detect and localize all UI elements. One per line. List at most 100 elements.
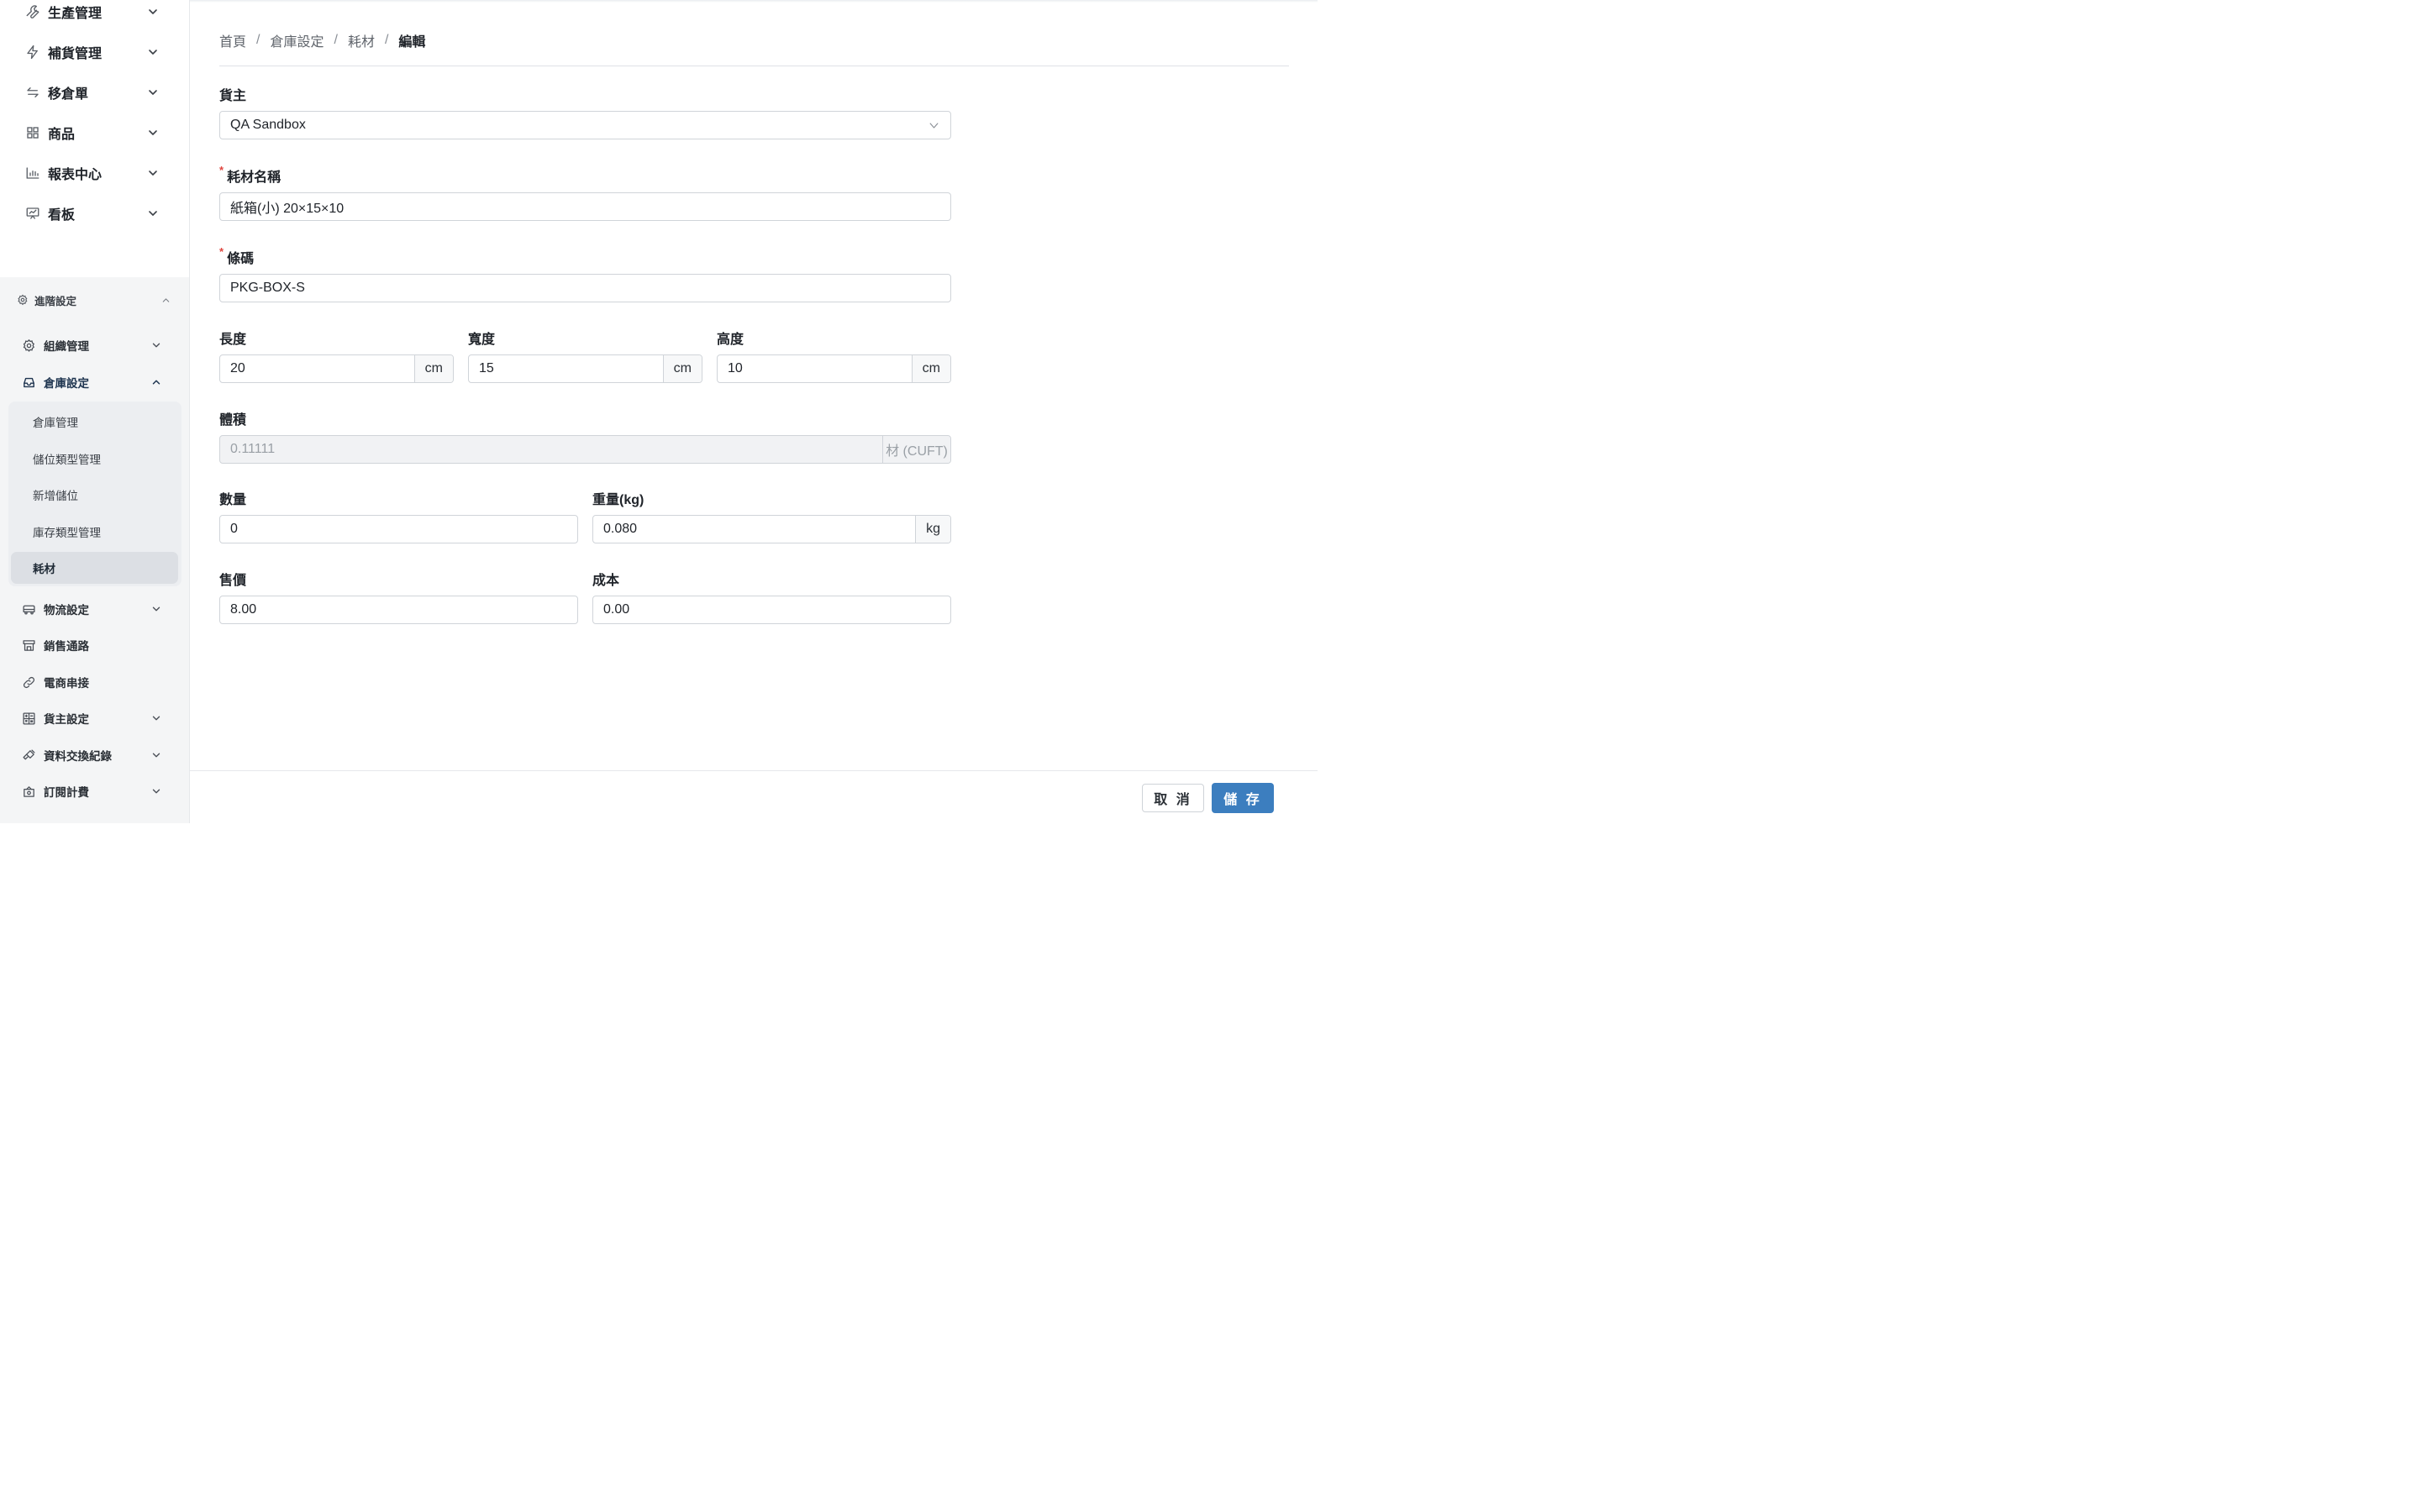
consumable-name-label: *耗材名稱: [219, 164, 281, 185]
cost-input[interactable]: [593, 596, 950, 623]
sidebar-item-label: 資料交換紀錄: [44, 750, 112, 763]
cost-field[interactable]: [592, 596, 951, 624]
sidebar-item-products[interactable]: 商品: [0, 116, 189, 150]
chevron-down-icon: [146, 207, 160, 220]
chevron-up-icon: [150, 376, 162, 388]
sidebar-item-label: 補貨管理: [48, 47, 103, 61]
volume-label: 體積: [219, 413, 247, 428]
sidebar-item-label: 倉庫設定: [44, 377, 89, 390]
sidebar-item-reports[interactable]: 報表中心: [0, 156, 189, 190]
submenu-item-location-types[interactable]: 儲位類型管理: [11, 443, 178, 475]
barcode-input[interactable]: [220, 275, 950, 302]
submenu-item-inventory-types[interactable]: 庫存類型管理: [11, 516, 178, 548]
owner-label: 貨主: [219, 89, 247, 103]
barcode-field[interactable]: [219, 274, 951, 302]
sidebar-item-organization[interactable]: 組織管理: [0, 328, 189, 362]
sidebar-item-sales-channels[interactable]: 銷售通路: [0, 628, 189, 662]
sidebar: 生產管理 補貨管理 移倉單 商品 報表中心 看板 進階設定 組織管理 倉庫設定 …: [0, 0, 190, 823]
sidebar-item-owner-settings[interactable]: 貨主設定: [0, 701, 189, 735]
sidebar-item-replenishment[interactable]: 補貨管理: [0, 35, 189, 69]
chevron-down-icon: [150, 712, 162, 724]
breadcrumb-separator: /: [384, 33, 389, 47]
weight-field[interactable]: kg: [592, 515, 951, 543]
required-mark: *: [219, 245, 224, 258]
consumable-name-field[interactable]: [219, 192, 951, 221]
volume-unit: 材 (CUFT): [882, 436, 950, 463]
quantity-input[interactable]: [220, 516, 577, 543]
price-input[interactable]: [220, 596, 577, 623]
link-icon: [22, 675, 36, 690]
chevron-down-icon: [150, 785, 162, 797]
price-label: 售價: [219, 574, 247, 588]
main-content: 首頁 / 倉庫設定 / 耗材 / 編輯 貨主 QA Sandbox *耗材名稱 …: [190, 0, 1318, 824]
subscription-icon: [22, 785, 36, 799]
plug-icon: [22, 748, 36, 763]
width-unit: cm: [662, 355, 702, 382]
cancel-button[interactable]: 取 消: [1142, 784, 1204, 812]
breadcrumb-current: 編輯: [398, 35, 426, 50]
sidebar-item-label: 訂閱計費: [44, 786, 89, 799]
barcode-label: *條碼: [219, 245, 255, 266]
gear-icon: [22, 339, 36, 353]
sidebar-item-warehouse-settings[interactable]: 倉庫設定: [0, 365, 189, 399]
breadcrumb-home[interactable]: 首頁: [219, 30, 246, 50]
breadcrumb-warehouse-settings[interactable]: 倉庫設定: [270, 30, 324, 50]
submenu-item-consumables[interactable]: 耗材: [11, 552, 178, 584]
wrench-icon: [25, 4, 40, 19]
chevron-down-icon: [150, 749, 162, 761]
owner-select-value: QA Sandbox: [230, 118, 306, 132]
sidebar-item-dashboard[interactable]: 看板: [0, 197, 189, 230]
sidebar-item-label: 報表中心: [48, 168, 103, 182]
breadcrumb-separator: /: [334, 33, 338, 47]
sidebar-item-label: 看板: [48, 208, 76, 223]
sidebar-item-transfer[interactable]: 移倉單: [0, 76, 189, 109]
header-shadow: [190, 0, 1318, 3]
width-field[interactable]: cm: [468, 354, 702, 383]
height-label: 高度: [717, 333, 744, 347]
sidebar-item-label: 貨主設定: [44, 713, 89, 726]
consumable-name-input[interactable]: [220, 193, 950, 220]
height-field[interactable]: cm: [717, 354, 951, 383]
sidebar-item-production[interactable]: 生產管理: [0, 0, 189, 29]
gear-icon: [17, 294, 29, 306]
width-label: 寬度: [468, 333, 496, 347]
sidebar-item-data-exchange-log[interactable]: 資料交換紀錄: [0, 738, 189, 772]
submenu-item-warehouse-management[interactable]: 倉庫管理: [11, 406, 178, 438]
inbox-icon: [22, 375, 36, 390]
quantity-label: 數量: [219, 493, 247, 507]
price-field[interactable]: [219, 596, 578, 624]
dashboard-board-icon: [25, 206, 40, 221]
height-input[interactable]: [718, 355, 912, 382]
chevron-down-icon: [146, 166, 160, 180]
sidebar-item-logistics[interactable]: 物流設定: [0, 592, 189, 626]
volume-field: 材 (CUFT): [219, 435, 951, 464]
breadcrumb-consumables[interactable]: 耗材: [348, 30, 375, 50]
chevron-down-icon: [146, 86, 160, 99]
sidebar-item-label: 生產管理: [48, 7, 103, 21]
advanced-settings-header[interactable]: 進階設定: [0, 284, 189, 316]
length-input[interactable]: [220, 355, 414, 382]
volume-input: [220, 436, 882, 463]
submenu-item-add-location[interactable]: 新增儲位: [11, 479, 178, 511]
bar-chart-icon: [25, 165, 40, 181]
length-label: 長度: [219, 333, 247, 347]
cost-label: 成本: [592, 574, 620, 588]
owner-select[interactable]: QA Sandbox: [219, 111, 951, 139]
form-footer: 取 消 儲 存: [190, 770, 1318, 824]
sidebar-item-label: 商品: [48, 128, 76, 142]
save-button[interactable]: 儲 存: [1212, 783, 1274, 813]
lightning-icon: [25, 45, 40, 60]
store-icon: [22, 638, 36, 653]
grid-icon: [25, 125, 40, 140]
chevron-down-icon: [917, 112, 950, 139]
sidebar-item-ecommerce-integration[interactable]: 電商串接: [0, 665, 189, 699]
breadcrumb-separator: /: [256, 33, 260, 47]
truck-icon: [22, 602, 36, 617]
width-input[interactable]: [469, 355, 663, 382]
quantity-field[interactable]: [219, 515, 578, 543]
sidebar-item-label: 電商串接: [44, 677, 89, 690]
weight-input[interactable]: [593, 516, 916, 543]
length-field[interactable]: cm: [219, 354, 454, 383]
sidebar-item-label: 移倉單: [48, 87, 89, 102]
sidebar-item-subscription-billing[interactable]: 訂閱計費: [0, 774, 189, 808]
